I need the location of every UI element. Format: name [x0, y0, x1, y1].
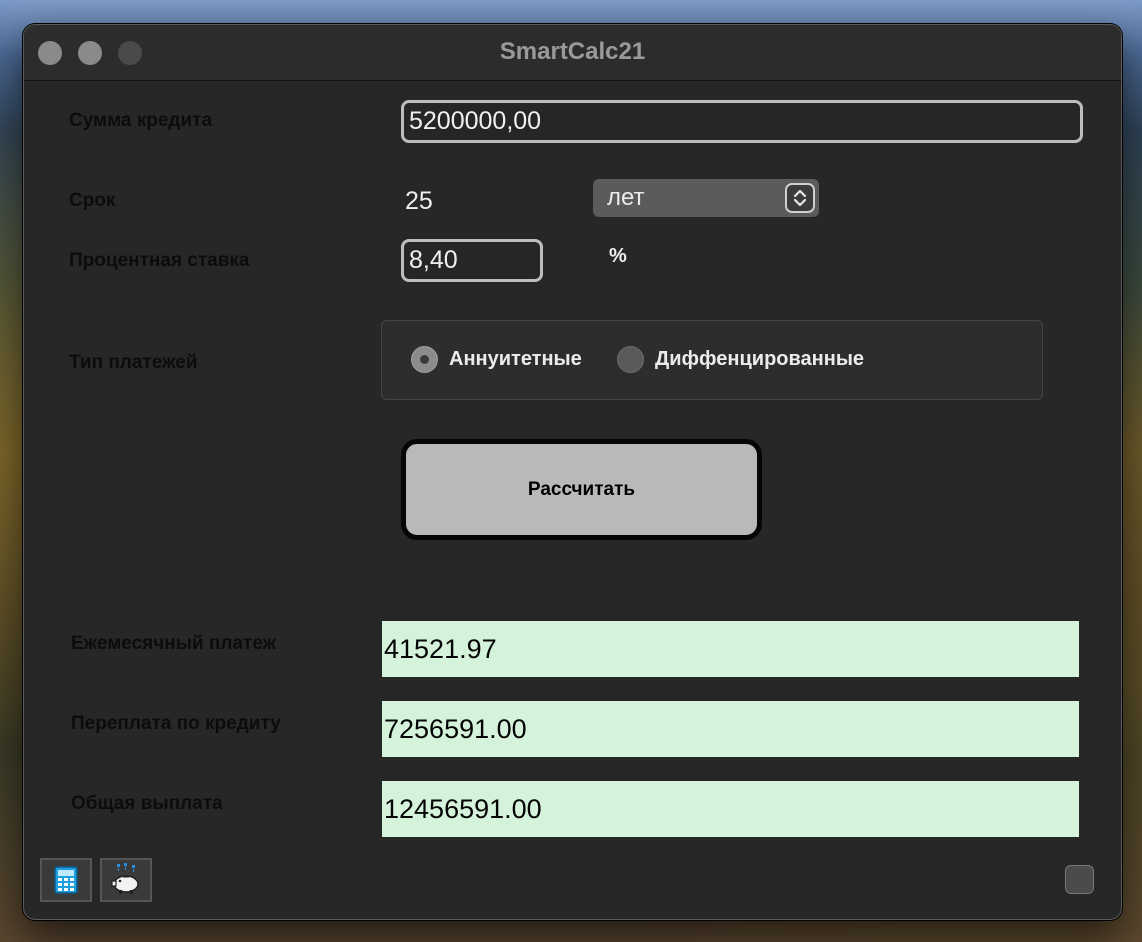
window-title: SmartCalc21: [499, 38, 646, 65]
rate-input[interactable]: 8,40: [401, 239, 543, 282]
rate-label: Процентная ставка: [69, 250, 250, 271]
title-bar: SmartCalc21: [24, 25, 1121, 81]
total-payment-label: Общая выплата: [71, 793, 223, 814]
calculate-button[interactable]: Рассчитать: [401, 439, 762, 540]
annuity-radio-label: Аннуитетные: [449, 348, 582, 370]
piggy-bank-icon: [111, 863, 139, 894]
term-value[interactable]: 25: [405, 187, 433, 216]
radio-checked-icon: [411, 346, 438, 373]
rate-unit: %: [609, 245, 627, 267]
overpayment-label: Переплата по кредиту: [71, 713, 281, 734]
calculator-mode-button[interactable]: [40, 858, 92, 902]
overpayment-value: 7256591.00: [382, 701, 1079, 757]
chevron-up-down-icon: [785, 183, 815, 213]
differentiated-radio-label: Диффенцированные: [655, 348, 865, 370]
term-unit-select[interactable]: лет: [593, 179, 819, 217]
app-window: SmartCalc21 Сумма кредита 5200000,00 Сро…: [23, 24, 1122, 920]
radio-unchecked-icon: [617, 346, 644, 373]
credit-mode-button[interactable]: [100, 858, 152, 902]
payment-type-label: Тип платежей: [69, 352, 198, 373]
annuity-radio[interactable]: Аннуитетные: [411, 346, 582, 373]
amount-label: Сумма кредита: [69, 110, 213, 131]
term-unit-selected: лет: [607, 184, 645, 211]
term-label: Срок: [69, 190, 116, 211]
monthly-payment-value: 41521.97: [382, 621, 1079, 677]
differentiated-radio[interactable]: Диффенцированные: [617, 346, 864, 373]
calculator-icon: [54, 866, 78, 894]
monthly-payment-label: Ежемесячный платеж: [71, 633, 277, 654]
amount-input[interactable]: 5200000,00: [401, 100, 1083, 143]
corner-button[interactable]: [1065, 865, 1094, 894]
total-payment-value: 12456591.00: [382, 781, 1079, 837]
payment-type-group: Аннуитетные Диффенцированные: [381, 320, 1043, 400]
